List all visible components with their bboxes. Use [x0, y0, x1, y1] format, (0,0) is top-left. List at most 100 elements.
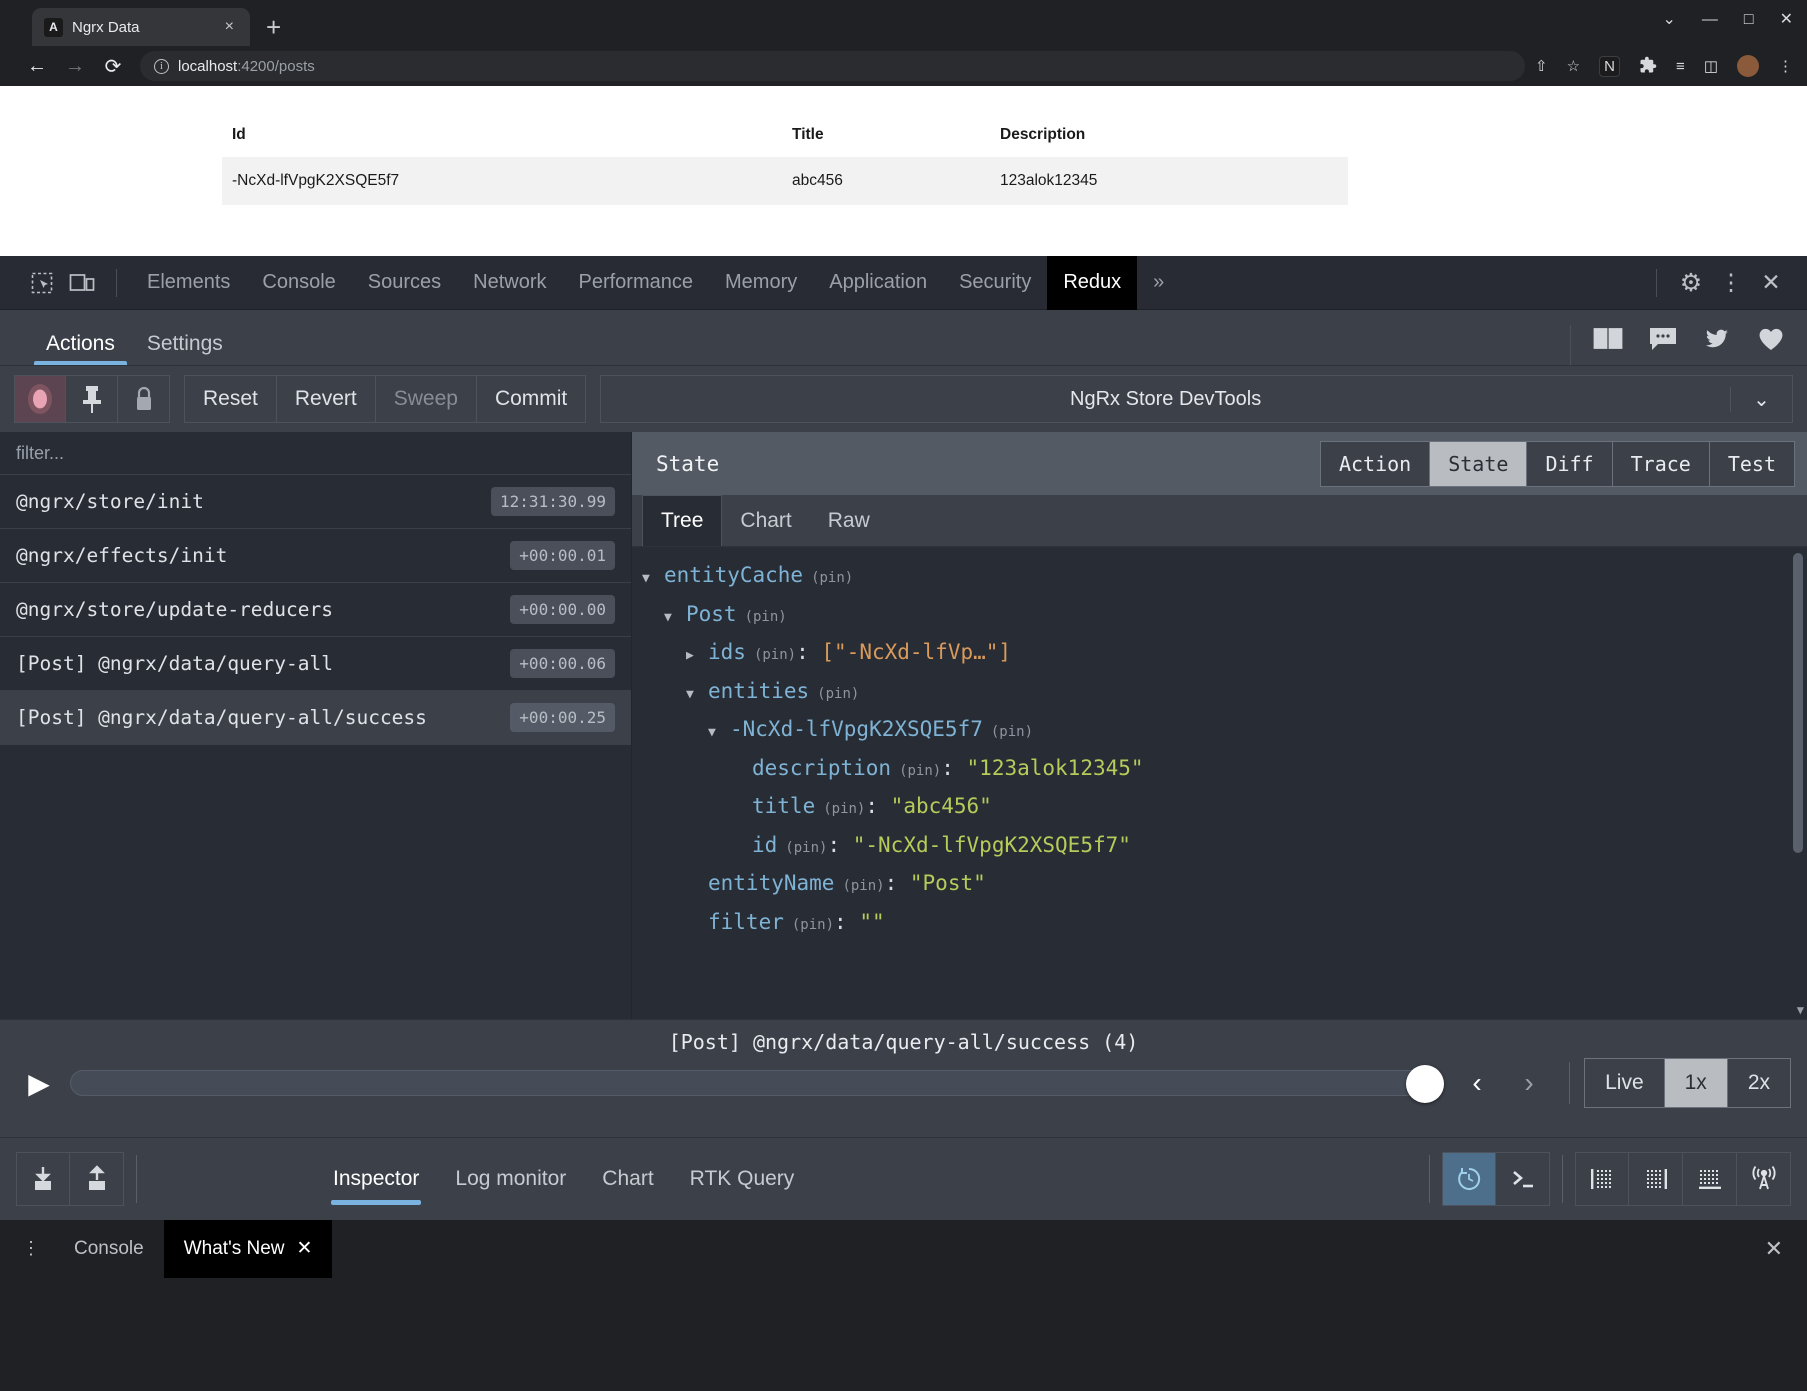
state-mode-action[interactable]: Action	[1321, 442, 1430, 486]
pin-label[interactable]: (pin)	[811, 570, 853, 586]
forward-icon[interactable]: →	[56, 50, 94, 82]
dock-bottom-icon[interactable]	[1683, 1152, 1737, 1206]
dock-right-icon[interactable]	[1629, 1152, 1683, 1206]
scroll-down-icon[interactable]: ▼	[1797, 1003, 1804, 1017]
pin-label[interactable]: (pin)	[842, 878, 884, 894]
reload-icon[interactable]: ⟳	[94, 50, 132, 82]
drawer-tab-whats-new[interactable]: What's New ✕	[164, 1220, 333, 1278]
pin-label[interactable]: (pin)	[899, 763, 941, 779]
devtools-tab-security[interactable]: Security	[943, 256, 1047, 310]
redux-tab-settings[interactable]: Settings	[131, 332, 239, 365]
pin-label[interactable]: (pin)	[745, 609, 787, 625]
drawer-tab-console[interactable]: Console	[54, 1220, 164, 1278]
device-toolbar-icon[interactable]	[62, 263, 102, 303]
puzzle-extensions-icon[interactable]	[1639, 56, 1657, 77]
back-icon[interactable]: ←	[18, 50, 56, 82]
new-tab-button[interactable]: +	[266, 14, 281, 40]
state-mode-test[interactable]: Test	[1710, 442, 1794, 486]
devtools-overflow-icon[interactable]: »	[1137, 271, 1180, 294]
window-close-icon[interactable]: ✕	[1780, 12, 1793, 28]
browser-menu-icon[interactable]: ⋮	[1778, 59, 1793, 74]
gear-icon[interactable]: ⚙	[1671, 263, 1711, 303]
pin-label[interactable]: (pin)	[817, 686, 859, 702]
devtools-tab-redux[interactable]: Redux	[1047, 256, 1137, 310]
chevron-down-icon[interactable]: ▼	[708, 725, 730, 740]
state-mode-diff[interactable]: Diff	[1527, 442, 1612, 486]
tree-node[interactable]: ▼ -NcXd-lfVpgK2XSQE5f7 (pin)	[642, 717, 1807, 756]
chevron-down-icon[interactable]: ▼	[664, 610, 686, 625]
next-action-button[interactable]: ›	[1503, 1067, 1555, 1099]
table-row[interactable]: -NcXd-lfVpgK2XSQE5f7 abc456 123alok12345	[222, 157, 1348, 205]
instance-selector[interactable]: NgRx Store DevTools ⌄	[600, 375, 1793, 423]
tree-node[interactable]: ▶ ids (pin) : ["-NcXd-lfVp…"]	[642, 640, 1807, 679]
dock-left-icon[interactable]	[1575, 1152, 1629, 1206]
minimize-icon[interactable]: —	[1702, 12, 1718, 28]
sweep-button[interactable]: Sweep	[376, 375, 477, 423]
state-tree-scrollbar[interactable]	[1793, 553, 1803, 1013]
share-icon[interactable]: ⇧	[1535, 59, 1548, 74]
monitor-tab-rtk-query[interactable]: RTK Query	[674, 1149, 811, 1209]
action-list-item[interactable]: @ngrx/store/update-reducers +00:00.00	[0, 583, 631, 637]
reading-list-icon[interactable]: ≡	[1676, 59, 1685, 74]
devtools-tab-sources[interactable]: Sources	[352, 256, 457, 310]
state-mode-trace[interactable]: Trace	[1613, 442, 1710, 486]
twitter-icon[interactable]	[1703, 327, 1731, 356]
drawer-kebab-icon[interactable]: ⋮	[22, 1242, 54, 1255]
address-bar[interactable]: i localhost:4200/posts	[140, 51, 1525, 81]
action-list-item[interactable]: @ngrx/store/init 12:31:30.99	[0, 475, 631, 529]
chat-icon[interactable]	[1649, 326, 1677, 357]
slider-track[interactable]	[70, 1070, 1443, 1096]
devtools-tab-network[interactable]: Network	[457, 256, 562, 310]
profile-avatar[interactable]	[1737, 55, 1759, 77]
inspect-element-icon[interactable]	[22, 263, 62, 303]
terminal-icon[interactable]	[1496, 1152, 1550, 1206]
chevron-right-icon[interactable]: ▶	[686, 648, 708, 663]
slider-knob[interactable]	[1406, 1065, 1444, 1103]
speed-live[interactable]: Live	[1585, 1059, 1665, 1107]
play-button[interactable]: ▶	[16, 1067, 62, 1100]
devtools-tab-performance[interactable]: Performance	[563, 256, 710, 310]
site-info-icon[interactable]: i	[154, 59, 169, 74]
tab-close-icon[interactable]: ×	[221, 17, 238, 37]
chevron-down-icon[interactable]: ▼	[642, 571, 664, 586]
action-list-item[interactable]: @ngrx/effects/init +00:00.01	[0, 529, 631, 583]
pin-label[interactable]: (pin)	[991, 724, 1033, 740]
pin-label[interactable]: (pin)	[823, 801, 865, 817]
tree-node[interactable]: ▼ entities (pin)	[642, 679, 1807, 718]
tab-search-icon[interactable]: ⌄	[1663, 12, 1676, 28]
record-button[interactable]	[14, 375, 66, 423]
chevron-down-icon[interactable]: ⌄	[1730, 387, 1792, 412]
scrollbar-thumb[interactable]	[1793, 553, 1803, 853]
side-panel-icon[interactable]: ◫	[1704, 59, 1718, 74]
import-icon[interactable]	[16, 1152, 70, 1206]
pin-label[interactable]: (pin)	[792, 917, 834, 933]
maximize-icon[interactable]: □	[1744, 12, 1754, 28]
filter-input[interactable]: filter...	[0, 432, 631, 475]
devtools-tab-elements[interactable]: Elements	[131, 256, 246, 310]
commit-button[interactable]: Commit	[477, 375, 586, 423]
pin-label[interactable]: (pin)	[754, 647, 796, 663]
devtools-tab-memory[interactable]: Memory	[709, 256, 813, 310]
chevron-down-icon[interactable]: ▼	[686, 687, 708, 702]
monitor-tab-inspector[interactable]: Inspector	[317, 1149, 435, 1209]
tree-node[interactable]: ▼ entityCache (pin)	[642, 563, 1807, 602]
action-list-item[interactable]: [Post] @ngrx/data/query-all +00:00.06	[0, 637, 631, 691]
tree-node[interactable]: id (pin) : "-NcXd-lfVpgK2XSQE5f7"	[642, 833, 1807, 872]
export-icon[interactable]	[70, 1152, 124, 1206]
browser-tab[interactable]: A Ngrx Data ×	[32, 8, 250, 46]
devtools-tab-console[interactable]: Console	[246, 256, 351, 310]
speed-1x[interactable]: 1x	[1665, 1059, 1728, 1107]
tree-node[interactable]: filter (pin) : ""	[642, 910, 1807, 949]
bookmark-star-icon[interactable]: ☆	[1567, 59, 1580, 74]
devtools-tab-application[interactable]: Application	[813, 256, 943, 310]
state-view-tab-raw[interactable]: Raw	[810, 495, 888, 546]
speed-2x[interactable]: 2x	[1728, 1059, 1790, 1107]
book-icon[interactable]	[1593, 326, 1623, 357]
lock-button[interactable]	[118, 375, 170, 423]
redux-tab-actions[interactable]: Actions	[30, 332, 131, 365]
state-view-tab-tree[interactable]: Tree	[642, 495, 722, 546]
remote-icon[interactable]	[1737, 1152, 1791, 1206]
tree-node[interactable]: ▼ Post (pin)	[642, 602, 1807, 641]
kebab-menu-icon[interactable]: ⋮	[1711, 263, 1751, 303]
tree-node[interactable]: description (pin) : "123alok12345"	[642, 756, 1807, 795]
